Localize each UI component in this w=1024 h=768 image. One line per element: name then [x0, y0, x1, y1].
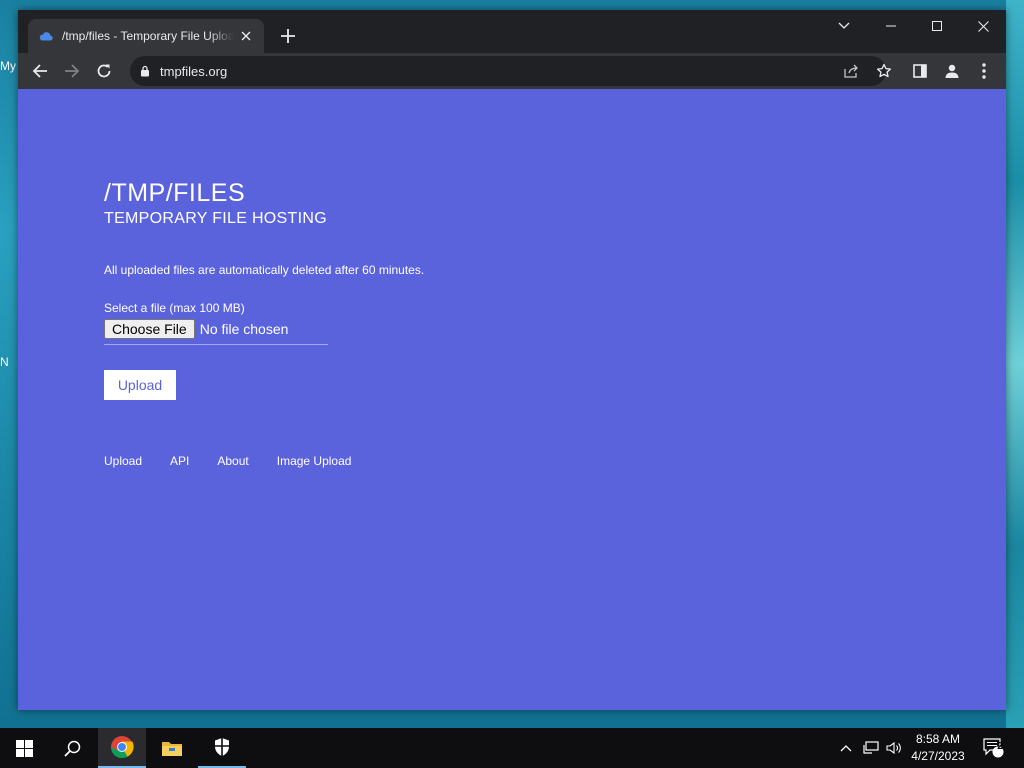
file-input[interactable]: Choose File No file chosen	[104, 319, 328, 345]
footer-link-api[interactable]: API	[170, 454, 189, 468]
desktop-wallpaper-edge	[1006, 0, 1024, 728]
new-tab-button[interactable]	[276, 24, 300, 48]
page-subtitle: TEMPORARY FILE HOSTING	[104, 210, 327, 227]
cloud-icon	[38, 28, 54, 44]
lock-icon[interactable]	[140, 65, 150, 77]
url-text[interactable]: tmpfiles.org	[160, 64, 227, 79]
bookmark-star-icon[interactable]	[876, 63, 892, 79]
tab-title: /tmp/files - Temporary File Upload	[62, 29, 234, 43]
system-clock[interactable]: 8:58 AM 4/27/2023	[906, 731, 970, 765]
taskbar: 8:58 AM 4/27/2023 2	[0, 728, 1024, 768]
file-status-text: No file chosen	[199, 321, 289, 337]
windows-start-icon[interactable]	[0, 728, 48, 768]
maximize-button[interactable]	[914, 10, 960, 42]
footer-link-about[interactable]: About	[217, 454, 248, 468]
file-input-label: Select a file (max 100 MB)	[104, 301, 245, 315]
choose-file-button[interactable]: Choose File	[104, 319, 195, 339]
file-explorer-icon[interactable]	[148, 728, 196, 768]
footer-link-upload[interactable]: Upload	[104, 454, 142, 468]
deletion-notice: All uploaded files are automatically del…	[104, 263, 425, 277]
browser-window: /tmp/files - Temporary File Upload tmpfi…	[18, 10, 1006, 710]
profile-icon[interactable]	[942, 61, 962, 81]
desktop-icon-label-my[interactable]: My	[0, 59, 18, 73]
clock-date: 4/27/2023	[911, 749, 965, 763]
address-bar[interactable]: tmpfiles.org	[130, 56, 892, 86]
clock-time: 8:58 AM	[915, 732, 961, 746]
side-panel-icon[interactable]	[910, 61, 930, 81]
title-bar: /tmp/files - Temporary File Upload	[18, 10, 1006, 53]
chrome-taskbar-icon[interactable]	[98, 728, 146, 768]
notification-center-icon[interactable]: 2	[978, 728, 1010, 768]
reload-button[interactable]	[90, 57, 118, 85]
tray-overflow-chevron-icon[interactable]	[836, 728, 856, 768]
volume-icon[interactable]	[884, 728, 904, 768]
network-icon[interactable]	[860, 728, 882, 768]
tab-search-icon[interactable]	[821, 10, 867, 42]
security-shield-icon[interactable]	[198, 728, 246, 768]
notification-count: 2	[997, 741, 1003, 752]
desktop-icon-label-n[interactable]: N	[0, 355, 18, 369]
minimize-button[interactable]	[868, 10, 914, 42]
browser-tab[interactable]: /tmp/files - Temporary File Upload	[28, 19, 264, 53]
search-icon[interactable]	[48, 728, 96, 768]
page-title: /TMP/FILES	[104, 179, 246, 207]
upload-button[interactable]: Upload	[104, 370, 176, 400]
footer-link-image-upload[interactable]: Image Upload	[277, 454, 352, 468]
browser-toolbar: tmpfiles.org	[18, 53, 1006, 89]
footer-nav: Upload API About Image Upload	[104, 454, 379, 468]
page-content: /TMP/FILES TEMPORARY FILE HOSTING All up…	[18, 89, 1006, 710]
close-window-button[interactable]	[960, 10, 1006, 42]
share-icon[interactable]	[844, 63, 860, 79]
back-button[interactable]	[26, 57, 54, 85]
forward-button[interactable]	[58, 57, 86, 85]
close-tab-icon[interactable]	[238, 28, 254, 44]
menu-kebab-icon[interactable]	[974, 61, 994, 81]
